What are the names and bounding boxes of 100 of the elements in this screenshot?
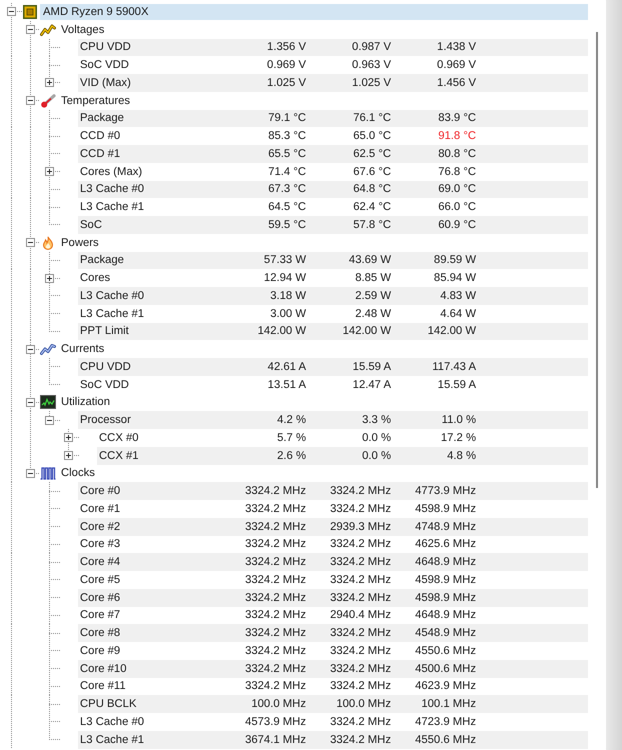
sensor-value: 13.51 A [266,378,306,391]
sensor-value: 0.963 V [351,59,391,72]
group-label[interactable]: Powers [61,236,99,249]
sensor-value: 66.0 °C [437,201,476,214]
sensor-value: 3324.2 MHz [329,574,391,586]
sensor-label[interactable]: Core #1 [78,502,221,515]
sensor-value: 3324.2 MHz [329,680,391,692]
collapse-toggle-icon[interactable] [26,25,35,34]
sensor-label[interactable]: VID (Max) [78,76,221,89]
sensor-value: 3324.2 MHz [329,485,391,498]
sensor-label[interactable]: Cores (Max) [78,166,221,178]
sensor-value: 3324.2 MHz [244,644,306,657]
sensor-label[interactable]: CCD #1 [78,148,221,160]
group-label[interactable]: Voltages [61,24,104,36]
collapse-toggle-icon[interactable] [26,238,35,248]
collapse-toggle-icon[interactable] [26,398,35,407]
collapse-toggle-icon[interactable] [45,416,54,425]
sensor-label[interactable]: L3 Cache #0 [78,290,221,302]
sensor-value: 4573.9 MHz [244,716,306,728]
sensor-value: 3324.2 MHz [244,574,306,586]
sensor-value: 64.5 °C [267,201,306,214]
sensor-value: 3674.1 MHz [244,734,306,746]
expand-toggle-icon[interactable] [45,78,54,88]
sensor-label[interactable]: Processor [78,414,221,426]
sensor-label[interactable]: SoC VDD [78,378,221,391]
sensor-value: 3324.2 MHz [244,609,306,622]
sensor-label[interactable]: L3 Cache #1 [78,201,221,214]
sensor-value: 142.00 W [256,325,306,338]
sensor-label[interactable]: Core #2 [78,520,221,533]
collapse-toggle-icon[interactable] [26,468,35,478]
sensor-label[interactable]: SoC [78,218,221,231]
sensor-label[interactable]: CPU BCLK [78,698,221,710]
sensor-label[interactable]: L3 Cache #0 [78,183,221,196]
expand-toggle-icon[interactable] [45,167,54,176]
sensor-value: 4623.9 MHz [414,680,476,692]
sensor-value: 4598.9 MHz [414,574,476,586]
sensor-label[interactable]: Core #10 [78,662,221,675]
collapse-toggle-icon[interactable] [26,96,35,106]
sensor-value: 83.9 °C [437,112,476,124]
sensor-label[interactable]: PPT Limit [78,325,221,338]
sensor-value: 3324.2 MHz [244,627,306,640]
sensor-label[interactable]: L3 Cache #0 [78,716,221,728]
sensor-label[interactable]: Core #8 [78,627,221,640]
sensor-value: 3324.2 MHz [329,734,391,746]
group-label[interactable]: Currents [61,343,104,356]
sensor-value: 3.00 W [269,308,306,320]
sensor-value: 0.969 V [266,59,306,72]
sensor-label[interactable]: L3 Cache #1 [78,734,221,746]
sensor-value: 0.0 % [361,432,391,444]
sensor-value: 3324.2 MHz [244,485,306,498]
sensor-label[interactable]: Core #4 [78,556,221,568]
thermometer-icon [40,94,56,108]
group-label[interactable]: Clocks [61,467,95,480]
sensor-label[interactable]: CCX #0 [97,432,221,444]
expand-toggle-icon[interactable] [64,451,73,460]
sensor-value: 4773.9 MHz [414,485,476,498]
sensor-label[interactable]: Package [78,254,221,266]
sensor-value: 4500.6 MHz [414,662,476,675]
sensor-value: 2.6 % [276,450,306,462]
expand-toggle-icon[interactable] [45,274,54,283]
sensor-value: 0.969 V [436,59,476,72]
sensor-value: 4550.6 MHz [414,734,476,746]
sensor-label[interactable]: SoC VDD [78,59,221,72]
sensor-value: 3.18 W [269,290,306,302]
sensor-label[interactable]: CPU VDD [78,360,221,373]
sensor-label[interactable]: Core #5 [78,574,221,586]
sensor-label[interactable]: CCD #0 [78,130,221,142]
collapse-toggle-icon[interactable] [26,344,35,354]
sensor-value: 117.43 A [431,360,476,373]
sensor-label[interactable]: Core #7 [78,609,221,622]
sensor-value: 4.8 % [446,450,476,462]
collapse-toggle-icon[interactable] [7,7,16,16]
sensor-value: 3324.2 MHz [244,502,306,515]
sensor-value: 15.59 A [436,378,476,391]
sensor-label[interactable]: Core #6 [78,592,221,604]
sensor-value: 89.59 W [432,254,476,266]
sensor-label[interactable]: Package [78,112,221,124]
sensor-value: 85.3 °C [267,130,306,142]
sensor-value: 17.2 % [440,432,476,444]
sensor-label[interactable]: Core #0 [78,485,221,498]
sensor-label[interactable]: Core #9 [78,644,221,657]
sensor-label[interactable]: CPU VDD [78,41,221,54]
sensor-value: 4598.9 MHz [414,592,476,604]
sensor-value: 2939.3 MHz [329,520,391,533]
sensor-label[interactable]: Cores [78,272,221,284]
sensor-value: 65.0 °C [352,130,391,142]
sensor-label[interactable]: Core #3 [78,538,221,550]
sensor-label[interactable]: L3 Cache #1 [78,308,221,320]
sensor-value: 1.356 V [266,41,306,54]
sensor-value: 60.9 °C [437,218,476,231]
expand-toggle-icon[interactable] [64,433,73,442]
group-label[interactable]: Utilization [61,396,110,408]
sensor-value: 142.00 W [342,325,391,338]
sensor-label[interactable]: Core #11 [78,680,221,692]
scrollbar-thumb[interactable] [596,32,598,488]
group-label[interactable]: Temperatures [61,94,130,107]
sensor-value: 3.3 % [361,414,391,426]
device-row[interactable]: AMD Ryzen 9 5900X [40,4,588,20]
sensor-label[interactable]: CCX #1 [97,450,221,462]
sensor-value: 3324.2 MHz [244,556,306,568]
